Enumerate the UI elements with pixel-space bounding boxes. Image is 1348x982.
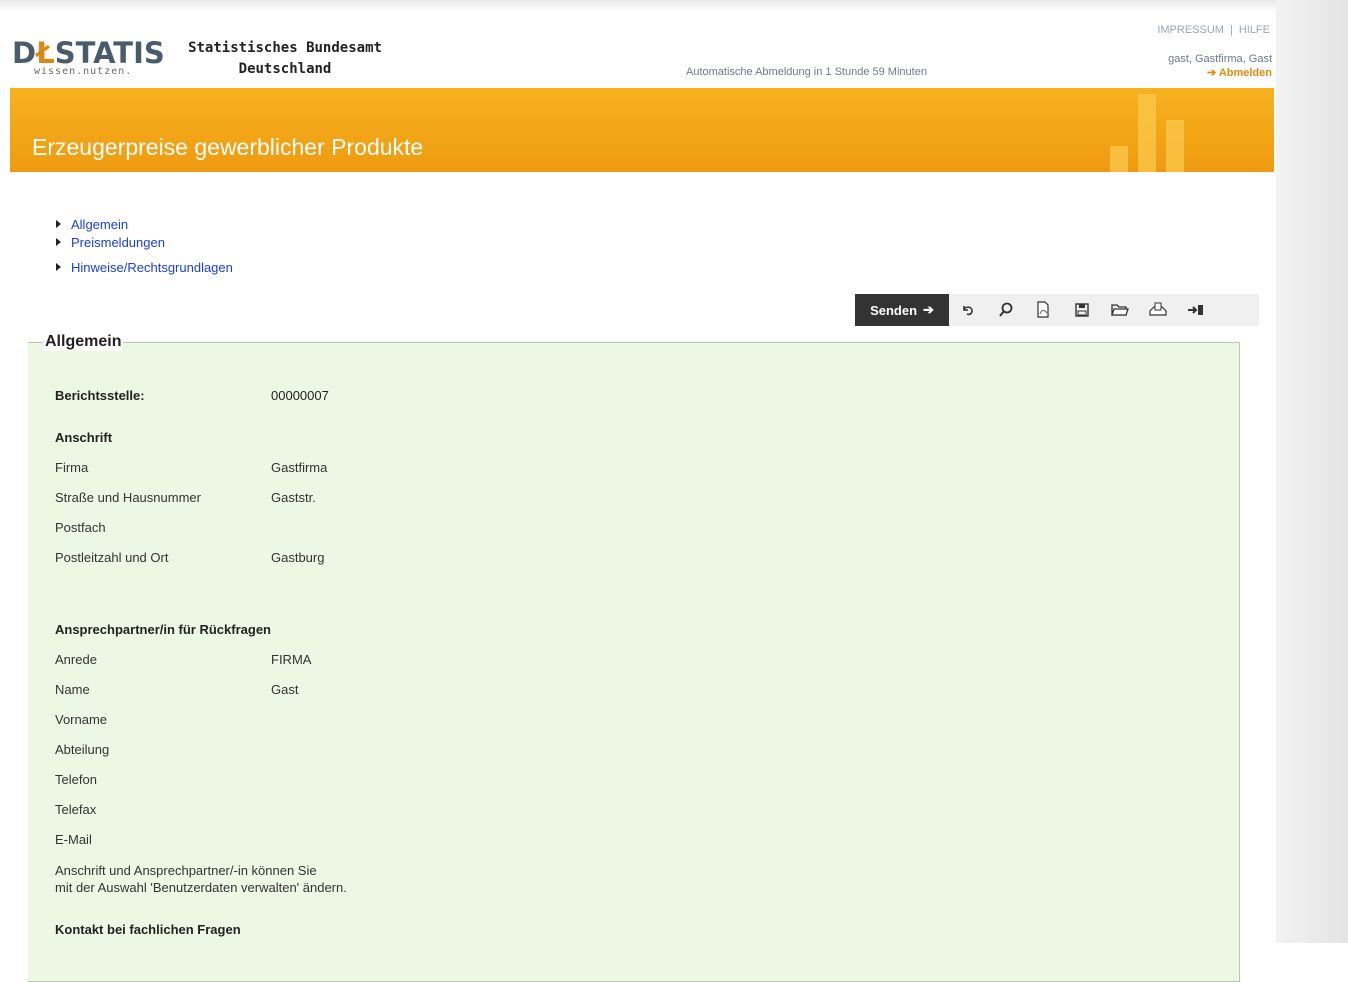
plz-ort-row: Postleitzahl und Ort Gastburg	[55, 550, 325, 565]
name-row: Name Gast	[55, 682, 299, 697]
page-right-margin	[1276, 0, 1348, 943]
meta-links: IMPRESSUM | HILFE	[1157, 24, 1270, 36]
impressum-link[interactable]: IMPRESSUM	[1157, 24, 1224, 36]
nav-item-allgemein[interactable]: Allgemein	[56, 215, 233, 233]
undo-icon[interactable]	[949, 294, 987, 326]
email-row: E-Mail	[55, 832, 92, 847]
banner-decor-bar	[1110, 146, 1128, 172]
triangle-right-icon	[56, 238, 61, 246]
save-icon[interactable]	[1063, 294, 1101, 326]
anrede-row: Anrede FIRMA	[55, 652, 312, 667]
edit-hint-note: Anschrift und Ansprechpartner/-in können…	[55, 863, 347, 895]
send-button[interactable]: Senden ➔	[855, 294, 949, 326]
banner-decor-bar	[1166, 120, 1184, 172]
logo-wordmark: DŁSTATIS	[12, 36, 165, 70]
telefon-row: Telefon	[55, 772, 97, 787]
page-title: Erzeugerpreise gewerblicher Produkte	[32, 134, 424, 160]
exit-icon[interactable]	[1177, 294, 1215, 326]
header: DŁSTATIS wissen.nutzen. Statistisches Bu…	[10, 12, 1276, 88]
auto-logout-notice: Automatische Abmeldung in 1 Stunde 59 Mi…	[686, 66, 927, 78]
postfach-row: Postfach	[55, 520, 106, 535]
kontakt-heading: Kontakt bei fachlichen Fragen	[55, 922, 241, 937]
abteilung-row: Abteilung	[55, 742, 110, 757]
search-icon[interactable]	[987, 294, 1025, 326]
organization-name: Statistisches Bundesamt Deutschland	[188, 40, 382, 77]
main-content: Allgemein Preismeldungen Hinweise/Rechts…	[10, 172, 1274, 982]
logout-link[interactable]: ➔ Abmelden	[1168, 66, 1272, 80]
toolbar: Senden ➔	[855, 294, 1259, 326]
triangle-right-icon	[56, 220, 61, 228]
ansprechpartner-heading: Ansprechpartner/in für Rückfragen	[55, 622, 271, 637]
nav-item-hinweise[interactable]: Hinweise/Rechtsgrundlagen	[56, 258, 233, 276]
open-folder-icon[interactable]	[1101, 294, 1139, 326]
anschrift-heading: Anschrift	[55, 430, 113, 445]
print-icon[interactable]	[1139, 294, 1177, 326]
section-legend: Allgemein	[43, 333, 124, 351]
firma-row: Firma Gastfirma	[55, 460, 328, 475]
nav-item-preismeldungen[interactable]: Preismeldungen	[56, 233, 233, 251]
telefax-row: Telefax	[55, 802, 97, 817]
section-navigation: Allgemein Preismeldungen Hinweise/Rechts…	[56, 215, 233, 276]
link-separator: |	[1229, 24, 1233, 36]
pdf-export-icon[interactable]	[1025, 294, 1063, 326]
strasse-row: Straße und Hausnummer Gaststr.	[55, 490, 316, 505]
berichtsstelle-row: Berichtsstelle: 00000007	[55, 388, 329, 403]
banner-decor-bar	[1138, 94, 1156, 172]
hilfe-link[interactable]: HILFE	[1239, 24, 1270, 36]
destatis-logo[interactable]: DŁSTATIS wissen.nutzen.	[12, 38, 165, 77]
user-name: gast, Gastfirma, Gast	[1168, 53, 1272, 65]
triangle-right-icon	[56, 263, 61, 271]
vorname-row: Vorname	[55, 712, 108, 727]
title-banner: Erzeugerpreise gewerblicher Produkte	[10, 88, 1274, 172]
user-info: gast, Gastfirma, Gast ➔ Abmelden	[1168, 52, 1272, 80]
arrow-right-icon: ➔	[923, 302, 934, 317]
top-strip	[0, 0, 1348, 12]
